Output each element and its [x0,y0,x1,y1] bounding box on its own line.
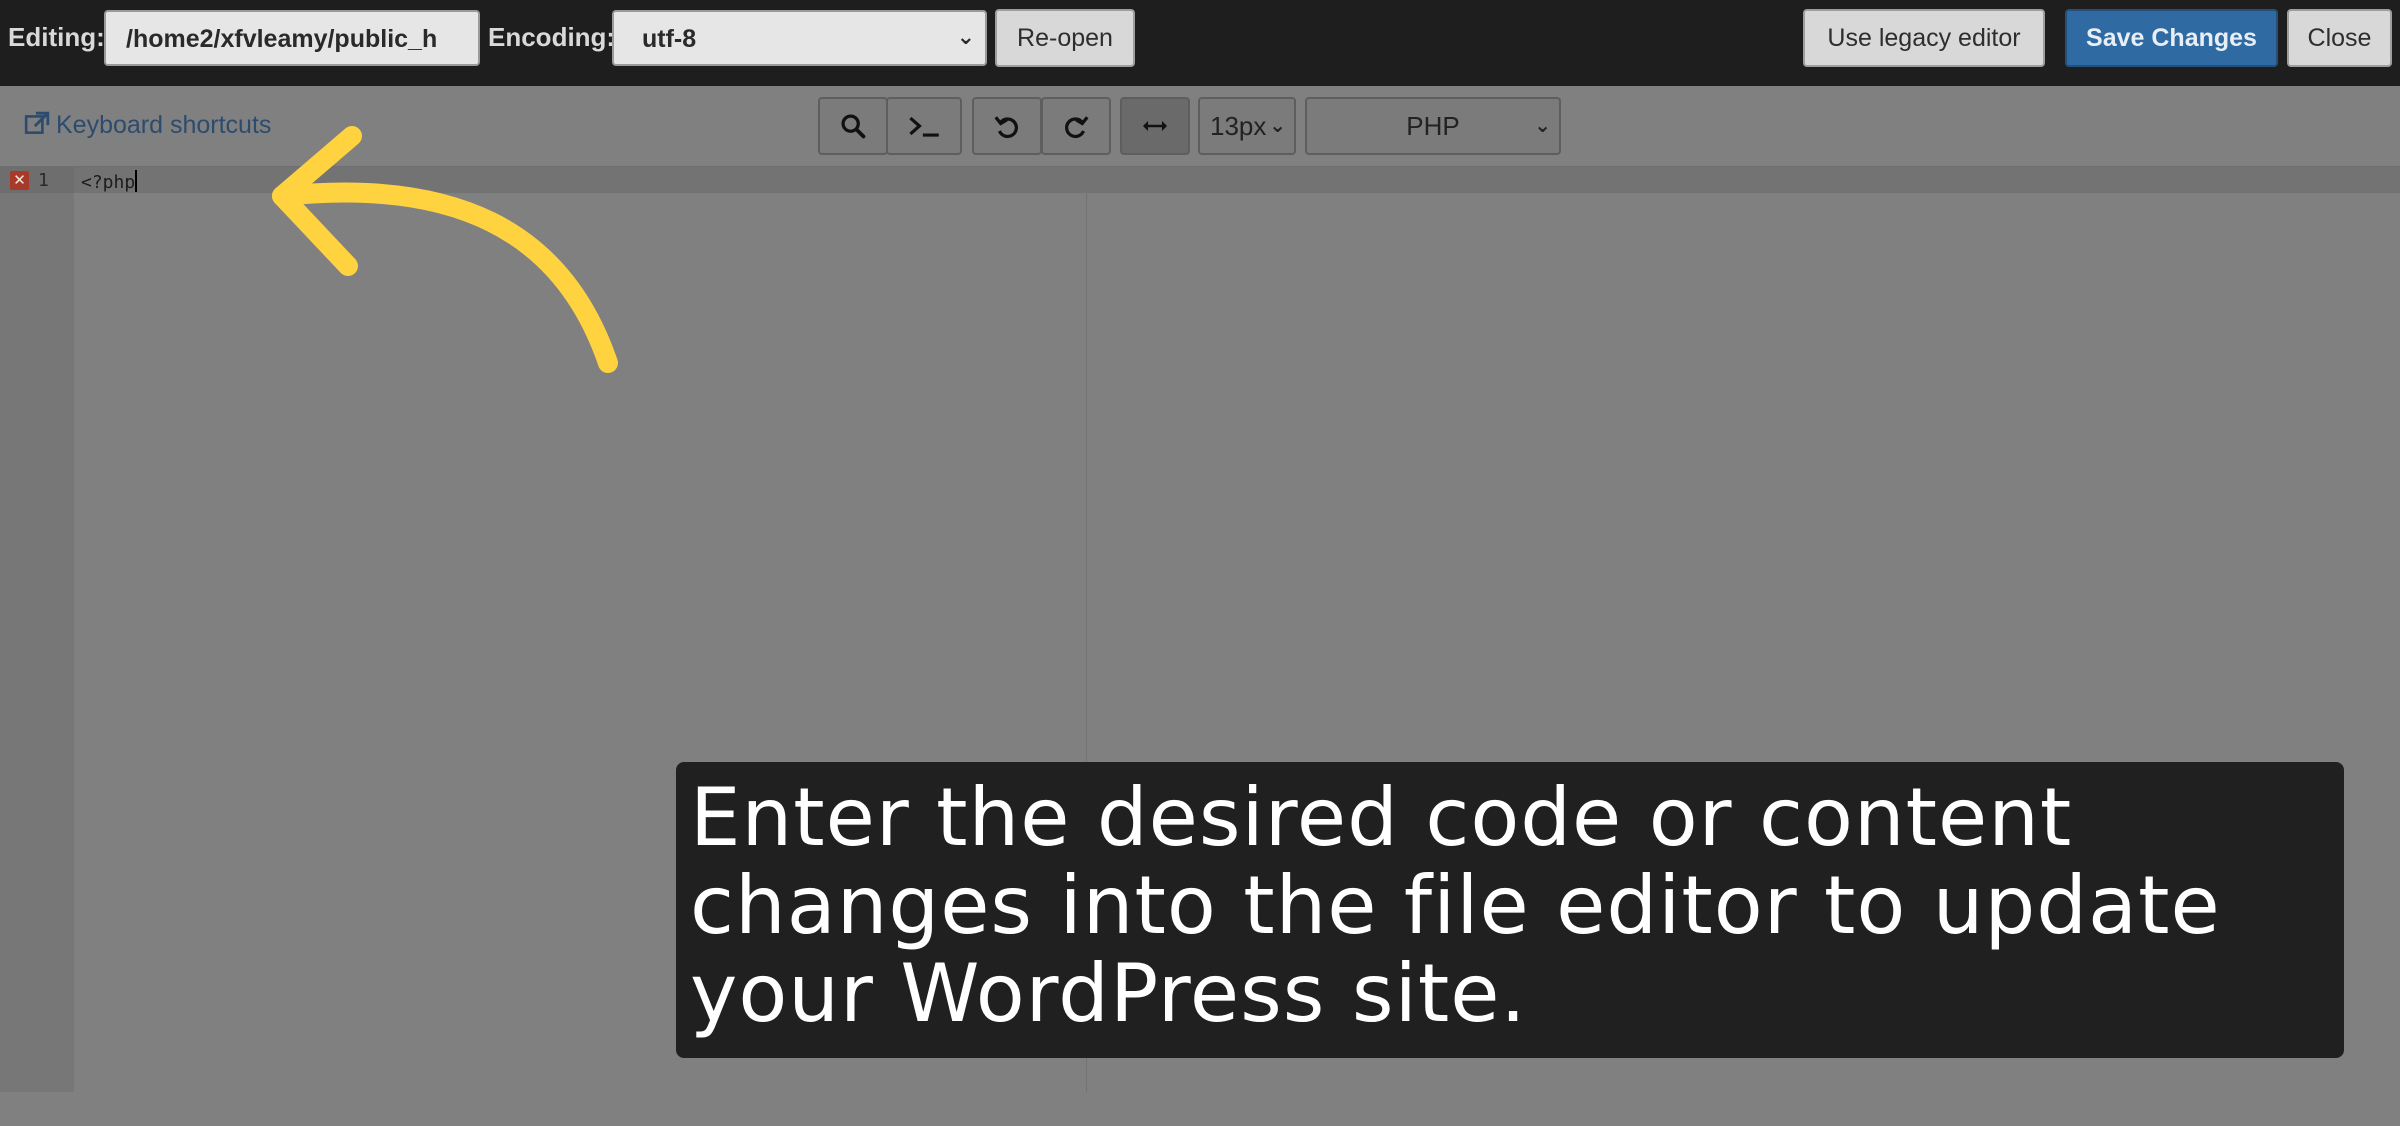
file-path-field[interactable]: /home2/xfvleamy/public_h [104,10,480,66]
undo-icon [994,116,1018,139]
mode-value: PHP [1406,111,1460,141]
undo-button[interactable] [972,97,1042,155]
search-button[interactable] [818,97,888,155]
error-marker-icon[interactable]: ✕ [10,171,29,190]
word-wrap-toggle[interactable] [1120,97,1190,155]
keyboard-shortcuts-label: Keyboard shortcuts [56,111,272,139]
encoding-select[interactable]: utf-8 ⌄ [612,10,987,66]
save-changes-button[interactable]: Save Changes [2065,9,2278,67]
terminal-icon [909,116,939,137]
chevron-down-icon: ⌄ [1269,115,1286,137]
curved-arrow-icon [272,126,618,373]
font-size-value: 13px [1210,111,1267,141]
tutorial-caption: Enter the desired code or content change… [676,762,2344,1058]
keyboard-shortcuts-link[interactable]: Keyboard shortcuts [24,111,271,140]
code-line[interactable]: <?php [81,170,138,193]
close-button[interactable]: Close [2287,9,2392,67]
reopen-button[interactable]: Re-open [995,9,1135,67]
editor-header: Editing: /home2/xfvleamy/public_h Encodi… [0,0,2400,86]
editor-status-strip [0,1092,2400,1126]
text-cursor [135,170,138,192]
external-link-icon [24,111,50,134]
encoding-value: utf-8 [642,25,697,53]
line-number: 1 [38,170,49,191]
goto-line-button[interactable] [886,97,962,155]
search-icon [841,114,866,139]
encoding-label: Encoding: [488,22,616,52]
legacy-editor-button[interactable]: Use legacy editor [1803,9,2045,67]
editing-label: Editing: [8,22,105,52]
chevron-down-icon: ⌄ [1534,115,1551,137]
chevron-down-icon: ⌄ [956,24,975,49]
line-gutter [0,167,74,1092]
redo-button[interactable] [1041,97,1111,155]
mode-select[interactable]: PHP ⌄ [1305,97,1561,155]
redo-icon [1065,116,1089,139]
code-text: <?php [81,172,136,193]
wrap-toggle-icon [1143,121,1167,131]
font-size-select[interactable]: 13px ⌄ [1198,97,1296,155]
